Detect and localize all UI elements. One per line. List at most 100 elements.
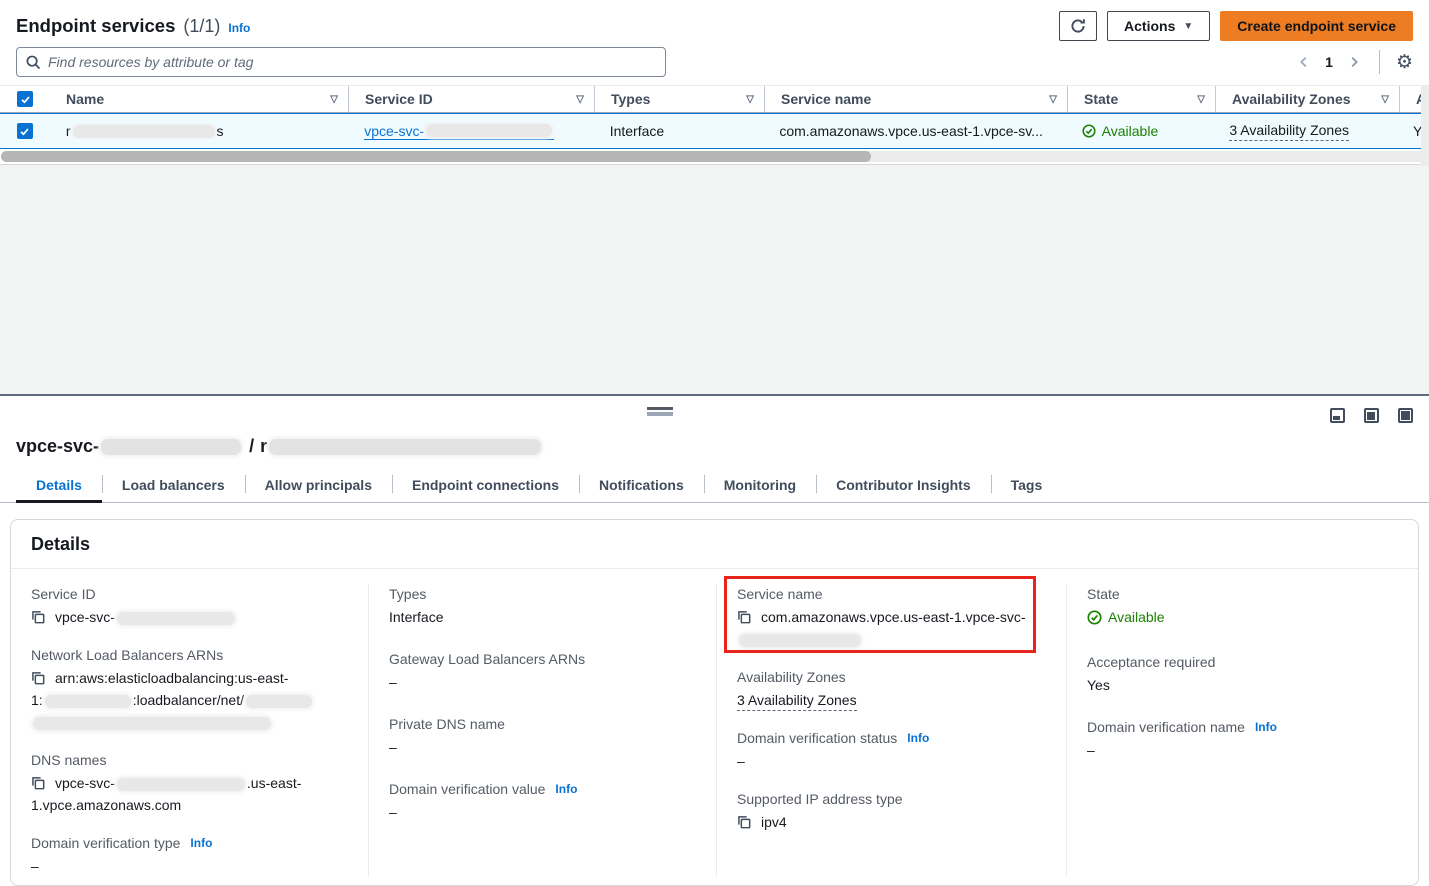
search-box[interactable] xyxy=(16,47,666,77)
horizontal-scrollbar xyxy=(0,149,1429,164)
column-header-service-name[interactable]: Service name xyxy=(781,91,871,107)
status-available-icon xyxy=(1082,124,1096,138)
domain-verification-status-label: Domain verification status xyxy=(737,728,897,749)
nlb-arn-line1: arn:aws:elasticloadbalancing:us-east- xyxy=(55,670,288,686)
info-link[interactable]: Info xyxy=(190,833,212,854)
split-panel-controls xyxy=(1330,408,1413,423)
column-header-service-id[interactable]: Service ID xyxy=(365,91,433,107)
table-header-row: Name ▽ Service ID ▽ Types ▽ Service name ▽ S… xyxy=(0,85,1429,113)
dns-names-label: DNS names xyxy=(31,750,348,771)
column-header-name[interactable]: Name xyxy=(66,91,104,107)
split-panel-drag-handle[interactable] xyxy=(647,407,673,416)
types-value: Interface xyxy=(389,606,696,628)
sort-icon-service-name[interactable]: ▽ xyxy=(1049,94,1057,105)
resource-count: (1/1) xyxy=(183,16,220,37)
column-header-state[interactable]: State xyxy=(1084,91,1118,107)
details-card: Details Service ID vpce-svc- Network Loa… xyxy=(10,519,1419,886)
caret-down-icon: ▼ xyxy=(1183,21,1193,32)
info-link[interactable]: Info xyxy=(555,779,577,800)
panel-size-large-icon[interactable] xyxy=(1398,408,1413,423)
copy-icon[interactable] xyxy=(31,671,45,685)
sort-icon-name[interactable]: ▽ xyxy=(330,94,338,105)
sort-icon-state[interactable]: ▽ xyxy=(1197,94,1205,105)
gateway-lb-arns-label: Gateway Load Balancers ARNs xyxy=(389,649,696,670)
info-link[interactable]: Info xyxy=(1255,717,1277,738)
tab-monitoring[interactable]: Monitoring xyxy=(704,470,816,502)
tab-contributor-insights[interactable]: Contributor Insights xyxy=(816,470,991,502)
horizontal-scrollbar-thumb[interactable] xyxy=(1,151,871,162)
column-header-availability-zones[interactable]: Availability Zones xyxy=(1232,91,1351,107)
page-number[interactable]: 1 xyxy=(1325,54,1333,70)
domain-verification-type-label: Domain verification type xyxy=(31,833,180,854)
search-input[interactable] xyxy=(48,54,656,70)
tab-details[interactable]: Details xyxy=(16,470,102,502)
tab-allow-principals[interactable]: Allow principals xyxy=(245,470,392,502)
domain-verification-status-value: – xyxy=(737,750,1046,772)
service-id-link[interactable]: vpce-svc- xyxy=(364,123,554,140)
copy-icon[interactable] xyxy=(31,610,45,624)
acceptance-required-value: Yes xyxy=(1087,674,1398,696)
redacted-account-id xyxy=(45,695,131,708)
column-header-types[interactable]: Types xyxy=(611,91,650,107)
row-cell-availability-zones: 3 Availability Zones xyxy=(1213,121,1397,141)
copy-icon[interactable] xyxy=(737,610,751,624)
endpoint-services-section: Endpoint services (1/1) Info Actions ▼ C… xyxy=(0,10,1429,165)
availability-zones-link[interactable]: 3 Availability Zones xyxy=(1229,121,1349,141)
domain-verification-value-label: Domain verification value xyxy=(389,779,545,800)
field-domain-verification-value: Domain verification valueInfo – xyxy=(389,779,696,823)
table-row[interactable]: rs vpce-svc- Interface com.amazonaws.vpc… xyxy=(0,113,1429,149)
row-name-prefix: r xyxy=(66,123,71,139)
details-card-heading: Details xyxy=(11,520,1418,569)
info-link[interactable]: Info xyxy=(907,728,929,749)
preferences-gear-icon[interactable]: ⚙ xyxy=(1396,53,1413,72)
tab-load-balancers[interactable]: Load balancers xyxy=(102,470,245,502)
details-column-3: Service name com.amazonaws.vpce.us-east-… xyxy=(716,584,1066,877)
nlb-arns-label: Network Load Balancers ARNs xyxy=(31,645,348,666)
sort-icon-types[interactable]: ▽ xyxy=(746,94,754,105)
tab-endpoint-connections[interactable]: Endpoint connections xyxy=(392,470,579,502)
row-cell-name: rs xyxy=(50,123,348,139)
copy-icon[interactable] xyxy=(31,776,45,790)
redacted-service-id xyxy=(426,124,552,137)
select-all-checkbox[interactable] xyxy=(17,91,33,107)
vertical-scrollbar[interactable] xyxy=(1421,85,1429,166)
tab-notifications[interactable]: Notifications xyxy=(579,470,704,502)
row-cell-service-id: vpce-svc- xyxy=(348,123,593,140)
dns-value-line2: 1.vpce.amazonaws.com xyxy=(31,797,181,813)
previous-page-button[interactable] xyxy=(1295,53,1313,71)
domain-verification-name-label: Domain verification name xyxy=(1087,717,1245,738)
row-cell-types: Interface xyxy=(594,123,764,139)
actions-button-label: Actions xyxy=(1124,18,1175,34)
next-page-button[interactable] xyxy=(1345,53,1363,71)
acceptance-required-label: Acceptance required xyxy=(1087,652,1398,673)
chevron-left-icon xyxy=(1297,55,1311,69)
check-icon xyxy=(19,126,30,137)
domain-verification-type-value: – xyxy=(31,855,348,877)
redacted-lb-name-2 xyxy=(33,717,271,730)
row-checkbox[interactable] xyxy=(17,123,33,139)
panel-size-small-icon[interactable] xyxy=(1330,408,1345,423)
redacted-name xyxy=(73,125,215,138)
tab-tags[interactable]: Tags xyxy=(991,470,1063,502)
create-endpoint-service-button[interactable]: Create endpoint service xyxy=(1220,11,1413,41)
sort-icon-availability-zones[interactable]: ▽ xyxy=(1381,94,1389,105)
sort-icon-service-id[interactable]: ▽ xyxy=(576,94,584,105)
page-header: Endpoint services (1/1) Info Actions ▼ C… xyxy=(16,10,1413,42)
panel-size-medium-icon[interactable] xyxy=(1364,408,1379,423)
split-panel-title: vpce-svc- / r xyxy=(16,436,1413,457)
row-cell-service-name: com.amazonaws.vpce.us-east-1.vpce-sv... xyxy=(763,123,1065,139)
horizontal-scrollbar-track[interactable] xyxy=(1,151,1428,162)
refresh-button[interactable] xyxy=(1059,11,1097,41)
state-value: Available xyxy=(1108,606,1165,628)
redacted-lb-name-1 xyxy=(246,695,312,708)
actions-button[interactable]: Actions ▼ xyxy=(1107,11,1210,41)
header-info-link[interactable]: Info xyxy=(228,21,250,35)
availability-zones-value-link[interactable]: 3 Availability Zones xyxy=(737,691,857,711)
field-supported-ip-address-type: Supported IP address type ipv4 xyxy=(737,789,1046,833)
redacted-dns-id xyxy=(117,778,245,791)
service-id-value-prefix: vpce-svc- xyxy=(55,609,115,625)
copy-icon[interactable] xyxy=(737,815,751,829)
service-id-label: Service ID xyxy=(31,584,348,605)
field-dns-names: DNS names vpce-svc-.us-east- 1.vpce.amaz… xyxy=(31,750,348,816)
chevron-right-icon xyxy=(1347,55,1361,69)
